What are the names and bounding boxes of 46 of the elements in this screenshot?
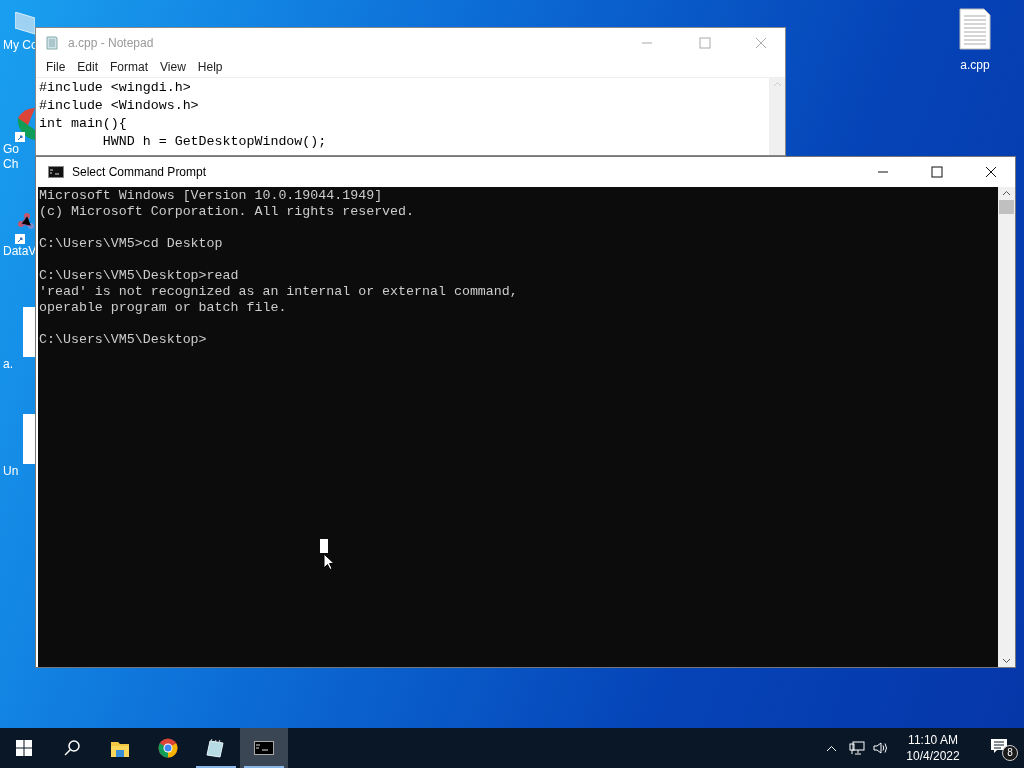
- notification-button[interactable]: 8: [982, 728, 1022, 768]
- close-icon[interactable]: [985, 166, 997, 178]
- console-icon: [48, 166, 64, 178]
- network-icon[interactable]: [849, 740, 865, 756]
- maximize-icon[interactable]: [931, 166, 943, 178]
- clock-date[interactable]: 10/4/2022: [906, 748, 960, 764]
- code-line: #include <Windows.h>: [39, 97, 200, 115]
- scroll-down-icon[interactable]: [1002, 658, 1011, 664]
- console-line: Microsoft Windows [Version 10.0.19044.1949]: [39, 188, 384, 204]
- notepad-icon: [44, 34, 60, 51]
- menu-item[interactable]: View: [154, 58, 192, 76]
- notification-icon: [990, 738, 1008, 754]
- notification-badge: 8: [1002, 745, 1018, 761]
- window-title: Select Command Prompt: [72, 164, 208, 181]
- scrollbar[interactable]: [769, 78, 785, 155]
- console-line: operable program or batch file.: [39, 300, 288, 316]
- browser-icon: [158, 738, 178, 758]
- menu-item[interactable]: Edit: [71, 58, 105, 76]
- mouse-pointer-icon: [323, 553, 334, 570]
- scrollbar[interactable]: [998, 187, 1015, 667]
- notepad-icon: [206, 738, 226, 758]
- window-title: a.cpp - Notepad: [68, 34, 155, 52]
- search-icon: [64, 740, 80, 756]
- windows-logo-icon: [16, 740, 32, 756]
- selection-block: [320, 539, 328, 553]
- volume-icon[interactable]: [873, 741, 888, 755]
- console-icon: [254, 738, 274, 758]
- console-line: C:\Users\VM5>cd Desktop: [39, 236, 224, 252]
- code-line: int main(){: [39, 115, 128, 133]
- menu-item[interactable]: Format: [104, 58, 155, 76]
- console-line: 'read' is not recognized as an internal or external command,: [39, 284, 519, 300]
- clock-time[interactable]: 11:10 AM: [908, 732, 958, 748]
- file-icon: [959, 8, 991, 50]
- icon-label[interactable]: Un: [0, 464, 19, 479]
- menu-item[interactable]: Help: [191, 58, 229, 76]
- code-line: HWND h = GetDesktopWindow();: [101, 133, 328, 151]
- console-line: C:\Users\VM5\Desktop>read: [39, 268, 240, 284]
- console-line: (c) Microsoft Corporation. All rights reserved.: [39, 204, 416, 220]
- menu-item[interactable]: File: [40, 58, 72, 76]
- chevron-up-icon[interactable]: [826, 744, 837, 752]
- scroll-up-icon[interactable]: [1002, 190, 1011, 196]
- scroll-thumb[interactable]: [999, 200, 1014, 214]
- taskbar-app-button[interactable]: [240, 728, 288, 768]
- code-line: #include <wingdi.h>: [39, 79, 192, 97]
- icon-label[interactable]: a.cpp: [960, 56, 990, 74]
- console-line: C:\Users\VM5\Desktop>: [39, 332, 208, 348]
